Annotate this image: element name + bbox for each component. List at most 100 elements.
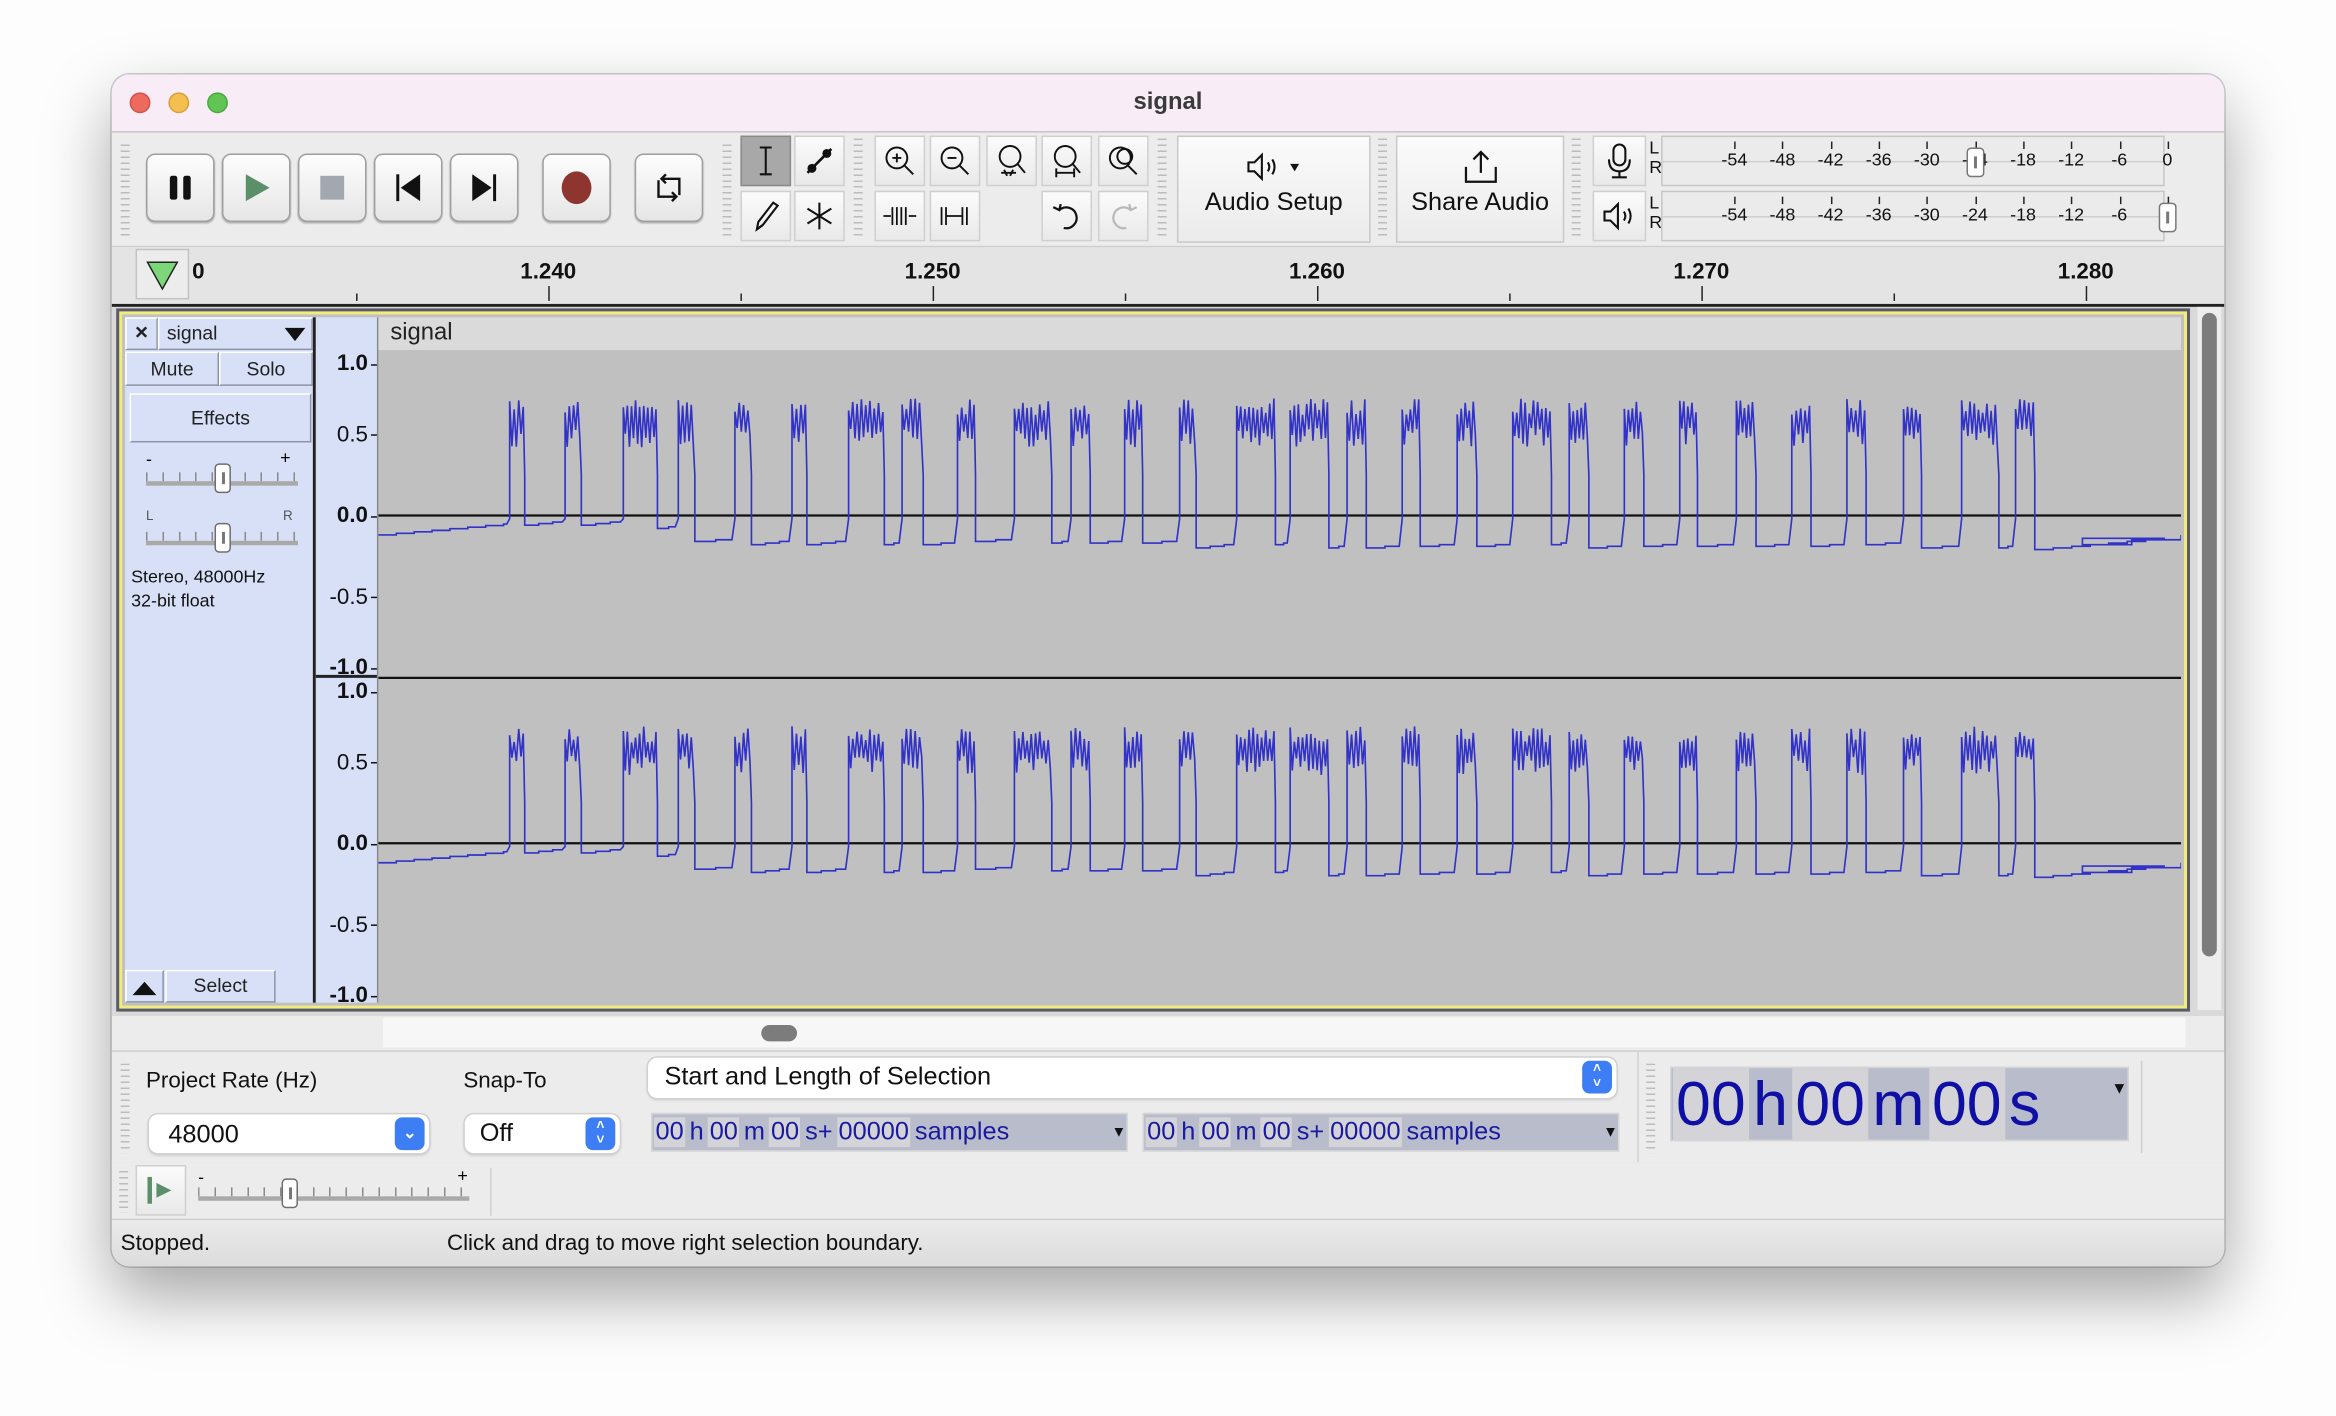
transport-toolbar-grip[interactable] (120, 144, 130, 237)
ruler-label: 1.240 (520, 259, 577, 285)
mute-button[interactable]: Mute (125, 351, 220, 386)
skip-to-start-button[interactable] (373, 153, 443, 222)
collapse-track-button[interactable] (125, 969, 164, 1003)
meter-tick-label: -48 (1758, 196, 1806, 225)
vertical-scrollbar[interactable] (2197, 306, 2222, 1011)
status-state: Stopped. (120, 1230, 211, 1256)
fit-selection-button[interactable] (986, 135, 1037, 187)
format-menu-icon[interactable]: ▼ (1603, 1124, 1618, 1140)
pan-slider[interactable] (146, 522, 298, 553)
project-rate-label: Project Rate (Hz) (146, 1068, 318, 1094)
record-level-slider[interactable] (1965, 147, 1984, 178)
envelope-tool-button[interactable] (794, 135, 845, 187)
play-at-speed-button[interactable] (135, 1165, 187, 1216)
selection-length-time[interactable]: 00 h 00 m 00 s+ 00000 samples ▼ (1142, 1112, 1620, 1152)
amplitude-label: 1.0 (336, 350, 377, 377)
time-toolbar-grip[interactable] (1646, 1063, 1656, 1154)
gain-slider-thumb[interactable] (213, 463, 231, 494)
record-meter-button[interactable] (1592, 135, 1647, 187)
playback-meter-scale: -54-48-42-36-30-24-18-12-60 (1710, 196, 2191, 225)
effects-button[interactable]: Effects (129, 393, 312, 443)
stop-icon (320, 175, 345, 200)
close-track-button[interactable]: × (125, 317, 158, 351)
record-meter[interactable]: -54-48-42-36-30-24-18-12-60 (1661, 135, 2172, 187)
multi-tool-button[interactable] (794, 190, 845, 242)
audio-track[interactable]: × signal Mute Solo Effects - + L R Stere… (116, 308, 2191, 1012)
stop-button[interactable] (297, 153, 367, 222)
amplitude-ruler[interactable]: 1.0 0.5 0.0 -0.5 -1.0 1.0 0.5 0.0 -0.5 -1.0 (315, 317, 379, 1008)
meter-tick-label: -18 (1999, 196, 2047, 225)
playback-meter[interactable]: -54-48-42-36-30-24-18-12-60 (1661, 190, 2177, 242)
loop-button[interactable] (634, 153, 704, 222)
pause-button[interactable] (146, 153, 215, 222)
pan-slider-thumb[interactable] (213, 522, 231, 553)
zoom-out-icon (940, 146, 970, 175)
undo-button[interactable] (1041, 190, 1093, 242)
draw-tool-button[interactable] (740, 190, 792, 242)
toolbar-divider-grip[interactable] (722, 144, 732, 237)
audio-setup-grip[interactable] (1378, 138, 1388, 240)
timeline-options-button[interactable] (135, 248, 190, 300)
speaker-dropdown-icon (1178, 149, 1369, 188)
selection-mode-select[interactable]: Start and Length of Selection ˄ ˅ (648, 1057, 1617, 1098)
silence-audio-button[interactable] (929, 190, 981, 242)
horizontal-scrollbar-thumb[interactable] (761, 1024, 798, 1042)
track-name: signal (166, 321, 218, 345)
snap-to-label: Snap-To (463, 1068, 547, 1094)
project-rate-select[interactable]: 48000 ⌄ (148, 1114, 430, 1154)
selection-tool-button[interactable] (740, 135, 792, 187)
track-area: × signal Mute Solo Effects - + L R Stere… (111, 306, 2225, 1017)
snap-to-select[interactable]: Off ˄ ˅ (464, 1114, 620, 1154)
fit-project-button[interactable] (1041, 135, 1093, 187)
zoom-toggle-icon (1108, 146, 1138, 175)
track-control-panel: × signal Mute Solo Effects - + L R Stere… (125, 317, 316, 1003)
playback-speed-slider[interactable] (198, 1178, 470, 1209)
ruler-major-tick (548, 286, 550, 301)
edit-toolbar-grip[interactable] (1157, 138, 1167, 240)
meter-tick-label: -30 (1903, 141, 1951, 170)
audio-setup-label: Audio Setup (1204, 187, 1343, 217)
speed-slider-thumb[interactable] (282, 1178, 299, 1209)
ruler-major-tick (1701, 286, 1703, 301)
tools-grip[interactable] (853, 138, 863, 240)
skip-to-end-button[interactable] (449, 153, 519, 222)
pan-left-label: L (146, 508, 154, 523)
share-audio-button[interactable]: Share Audio (1395, 135, 1565, 243)
redo-button[interactable] (1097, 190, 1149, 242)
select-track-button[interactable]: Select (165, 969, 276, 1003)
playback-meter-button[interactable] (1592, 190, 1647, 242)
playback-level-slider[interactable] (2158, 202, 2177, 233)
redo-icon (1112, 203, 1138, 230)
record-button[interactable] (542, 153, 611, 222)
skip-start-icon (396, 174, 421, 202)
audio-setup-button[interactable]: Audio Setup (1176, 135, 1371, 243)
horizontal-scrollbar[interactable] (382, 1017, 2186, 1048)
zoom-in-button[interactable] (874, 135, 926, 187)
meter-grip[interactable] (1571, 138, 1581, 240)
vertical-scrollbar-thumb[interactable] (2201, 312, 2217, 957)
timeline-ruler[interactable]: 0 1.240 1.250 1.260 1.270 1.280 (111, 247, 2225, 307)
close-icon: × (134, 320, 149, 346)
skip-end-icon (472, 174, 497, 202)
format-menu-icon[interactable]: ▼ (1112, 1124, 1127, 1140)
play-button[interactable] (221, 153, 291, 222)
meter-tick-label: -54 (1710, 141, 1758, 170)
zoom-toggle-button[interactable] (1097, 135, 1149, 187)
pencil-icon (755, 201, 780, 232)
play-at-speed-icon (147, 1176, 172, 1204)
meter-tick-label: -24 (1951, 196, 1999, 225)
envelope-icon (806, 148, 833, 174)
play-at-speed-grip[interactable] (119, 1170, 129, 1213)
solo-button[interactable]: Solo (219, 351, 313, 386)
zoom-out-button[interactable] (929, 135, 981, 187)
trim-audio-button[interactable] (874, 190, 926, 242)
waveform-area[interactable]: signal (378, 317, 2182, 1002)
selection-toolbar-grip[interactable] (120, 1063, 130, 1154)
audio-position-display[interactable]: 00 h 00 m 00 s ▼ (1670, 1066, 2129, 1142)
meter-tick-label: -42 (1807, 141, 1855, 170)
selection-start-time[interactable]: 00 h 00 m 00 s+ 00000 samples ▼ (651, 1112, 1128, 1152)
gain-slider[interactable] (146, 463, 298, 494)
meter-tick-label: -12 (2047, 196, 2095, 225)
format-menu-icon[interactable]: ▼ (2111, 1080, 2127, 1098)
track-menu-button[interactable]: signal (157, 317, 313, 351)
